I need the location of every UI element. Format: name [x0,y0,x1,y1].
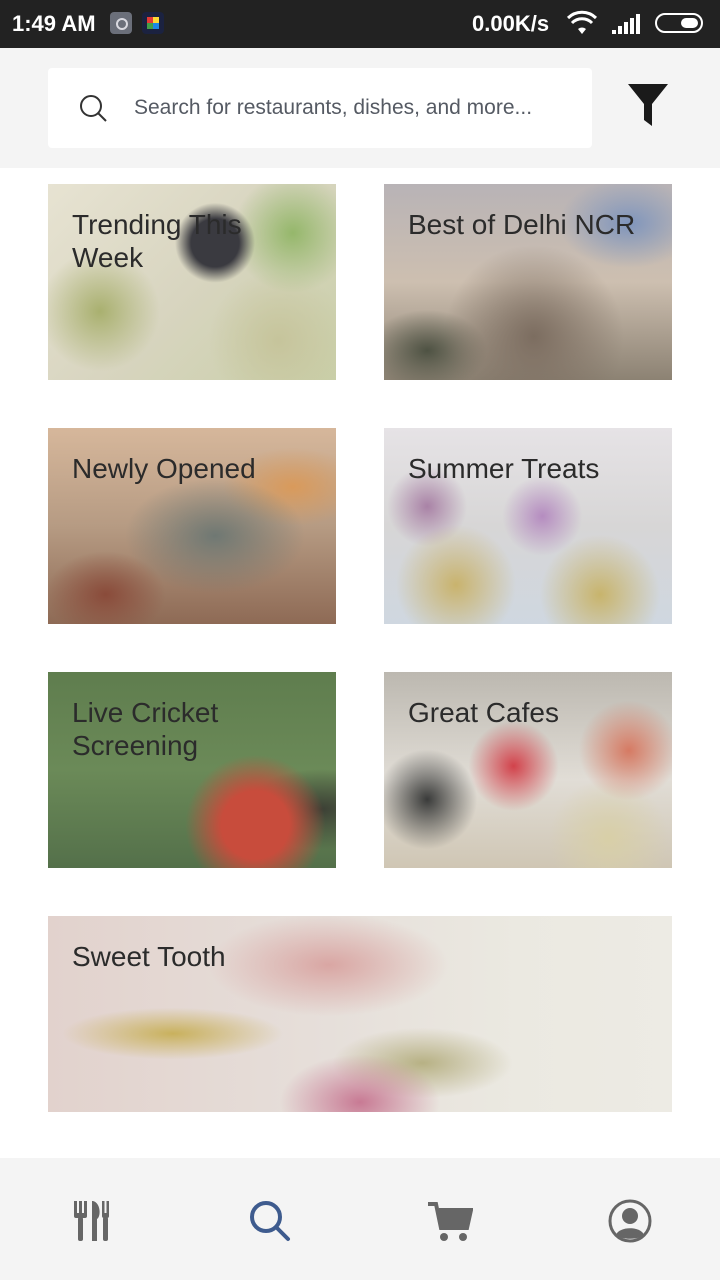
collection-card-live-cricket[interactable]: Live Cricket Screening [48,672,336,868]
collection-card-newly-opened[interactable]: Newly Opened [48,428,336,624]
wifi-icon [566,10,598,34]
search-box[interactable] [48,68,592,148]
search-header [0,48,720,168]
profile-icon [608,1199,652,1243]
fork-knife-icon [74,1201,109,1241]
signal-icon [612,14,640,34]
bottom-nav [0,1158,720,1280]
collection-title: Summer Treats [408,453,600,484]
search-input[interactable] [134,68,574,148]
collection-title: Best of Delhi NCR [408,209,636,240]
collection-card-summer-treats[interactable]: Summer Treats [384,428,672,624]
collection-card-sweet-tooth[interactable]: Sweet Tooth [48,916,672,1112]
search-icon [80,95,107,122]
collection-title: Great Cafes [408,697,559,728]
filter-icon[interactable] [620,80,676,136]
app-icon [110,12,132,34]
cart-icon [428,1202,473,1241]
collection-card-trending[interactable]: Trending This Week [48,184,336,380]
status-time: 1:49 AM [12,11,96,36]
colorful-app-icon [142,12,164,34]
nav-profile[interactable] [602,1196,658,1246]
nav-cart[interactable] [422,1196,478,1246]
collection-card-best-of-delhi[interactable]: Best of Delhi NCR [384,184,672,380]
search-icon [250,1201,290,1241]
collection-card-great-cafes[interactable]: Great Cafes [384,672,672,868]
collection-title: Live Cricket Screening [72,697,219,761]
status-bar: 1:49 AM 0.00K/s [0,0,720,48]
collection-title: Trending This Week [72,209,242,273]
network-speed: 0.00K/s [472,11,550,36]
battery-icon [655,13,703,33]
nav-search[interactable] [242,1196,298,1246]
collection-title: Newly Opened [72,453,256,484]
collection-title: Sweet Tooth [72,941,226,972]
nav-dining[interactable] [63,1196,119,1246]
